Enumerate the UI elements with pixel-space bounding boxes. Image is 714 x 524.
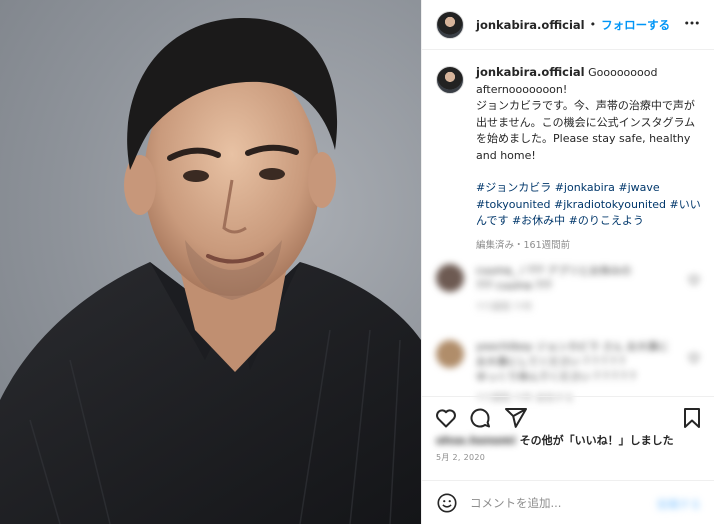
post-sidebar: jonkabira.official • フォローする jonkabira.of…: [421, 0, 714, 524]
commenter-avatar[interactable]: [436, 340, 464, 368]
commenter-avatar[interactable]: [436, 264, 464, 292]
more-horizontal-icon[interactable]: [683, 14, 701, 32]
comment-icon[interactable]: [468, 406, 492, 430]
likes-summary: ohse.honomi その他が「いいね！」しました: [436, 432, 674, 448]
author-username[interactable]: jonkabira.official: [476, 18, 585, 32]
emoji-icon[interactable]: [436, 492, 458, 514]
comment-text: yoochiiboy ジョンカビラ さん お大事に: [476, 341, 669, 353]
caption-line2: ジョンカビラです。今、声帯の治療中で声が出せません。この機会に公式インスタグラム…: [476, 99, 696, 162]
comment-text-2: ??? cuuma ???: [476, 280, 552, 292]
comment-text: cuuma_ / ??? アプリとお休みの: [476, 265, 632, 277]
comment-input[interactable]: [470, 495, 650, 510]
share-icon[interactable]: [504, 406, 528, 430]
post-photo: [0, 0, 421, 524]
liker-name[interactable]: ohse.honomi: [436, 434, 516, 447]
caption-avatar[interactable]: [436, 66, 464, 94]
comment-like-icon[interactable]: [688, 352, 700, 364]
comment-like-icon[interactable]: [688, 274, 700, 286]
bookmark-icon[interactable]: [680, 406, 704, 430]
add-comment-bar: 投稿する: [422, 480, 714, 524]
caption-meta: 編集済み・161週間前: [476, 239, 571, 251]
post-caption: jonkabira.official Gooooooood afternoooo…: [436, 64, 702, 254]
comment-item: cuuma_ / ??? アプリとお休みの ??? cuuma ??? ???週…: [436, 264, 676, 315]
caption-username[interactable]: jonkabira.official: [476, 65, 585, 79]
post-header: jonkabira.official • フォローする: [422, 0, 714, 50]
author-avatar[interactable]: [436, 10, 464, 39]
follow-button[interactable]: フォローする: [601, 17, 670, 33]
caption-body: jonkabira.official Gooooooood afternoooo…: [476, 64, 702, 254]
caption-hashtags[interactable]: #ジョンカビラ #jonkabira #jwave #tokyounited #…: [476, 180, 702, 230]
comment-text-3: ゆっくり休んでください ? ? ? ? ?: [476, 371, 636, 383]
comment-meta: ???週間 ??件: [476, 302, 533, 313]
portrait-illustration: [0, 17, 421, 524]
comment-text-block: cuuma_ / ??? アプリとお休みの ??? cuuma ??? ???週…: [476, 264, 676, 315]
likes-text[interactable]: その他が「いいね！」しました: [520, 432, 674, 448]
comment-text-2: お大事にしてください ? ? ? ? ?: [476, 356, 625, 368]
post-date[interactable]: 5月 2, 2020: [436, 452, 485, 463]
heart-icon[interactable]: [434, 406, 458, 430]
post-actions: [422, 396, 714, 436]
post-comment-button[interactable]: 投稿する: [657, 496, 701, 512]
separator-dot: •: [589, 18, 597, 31]
